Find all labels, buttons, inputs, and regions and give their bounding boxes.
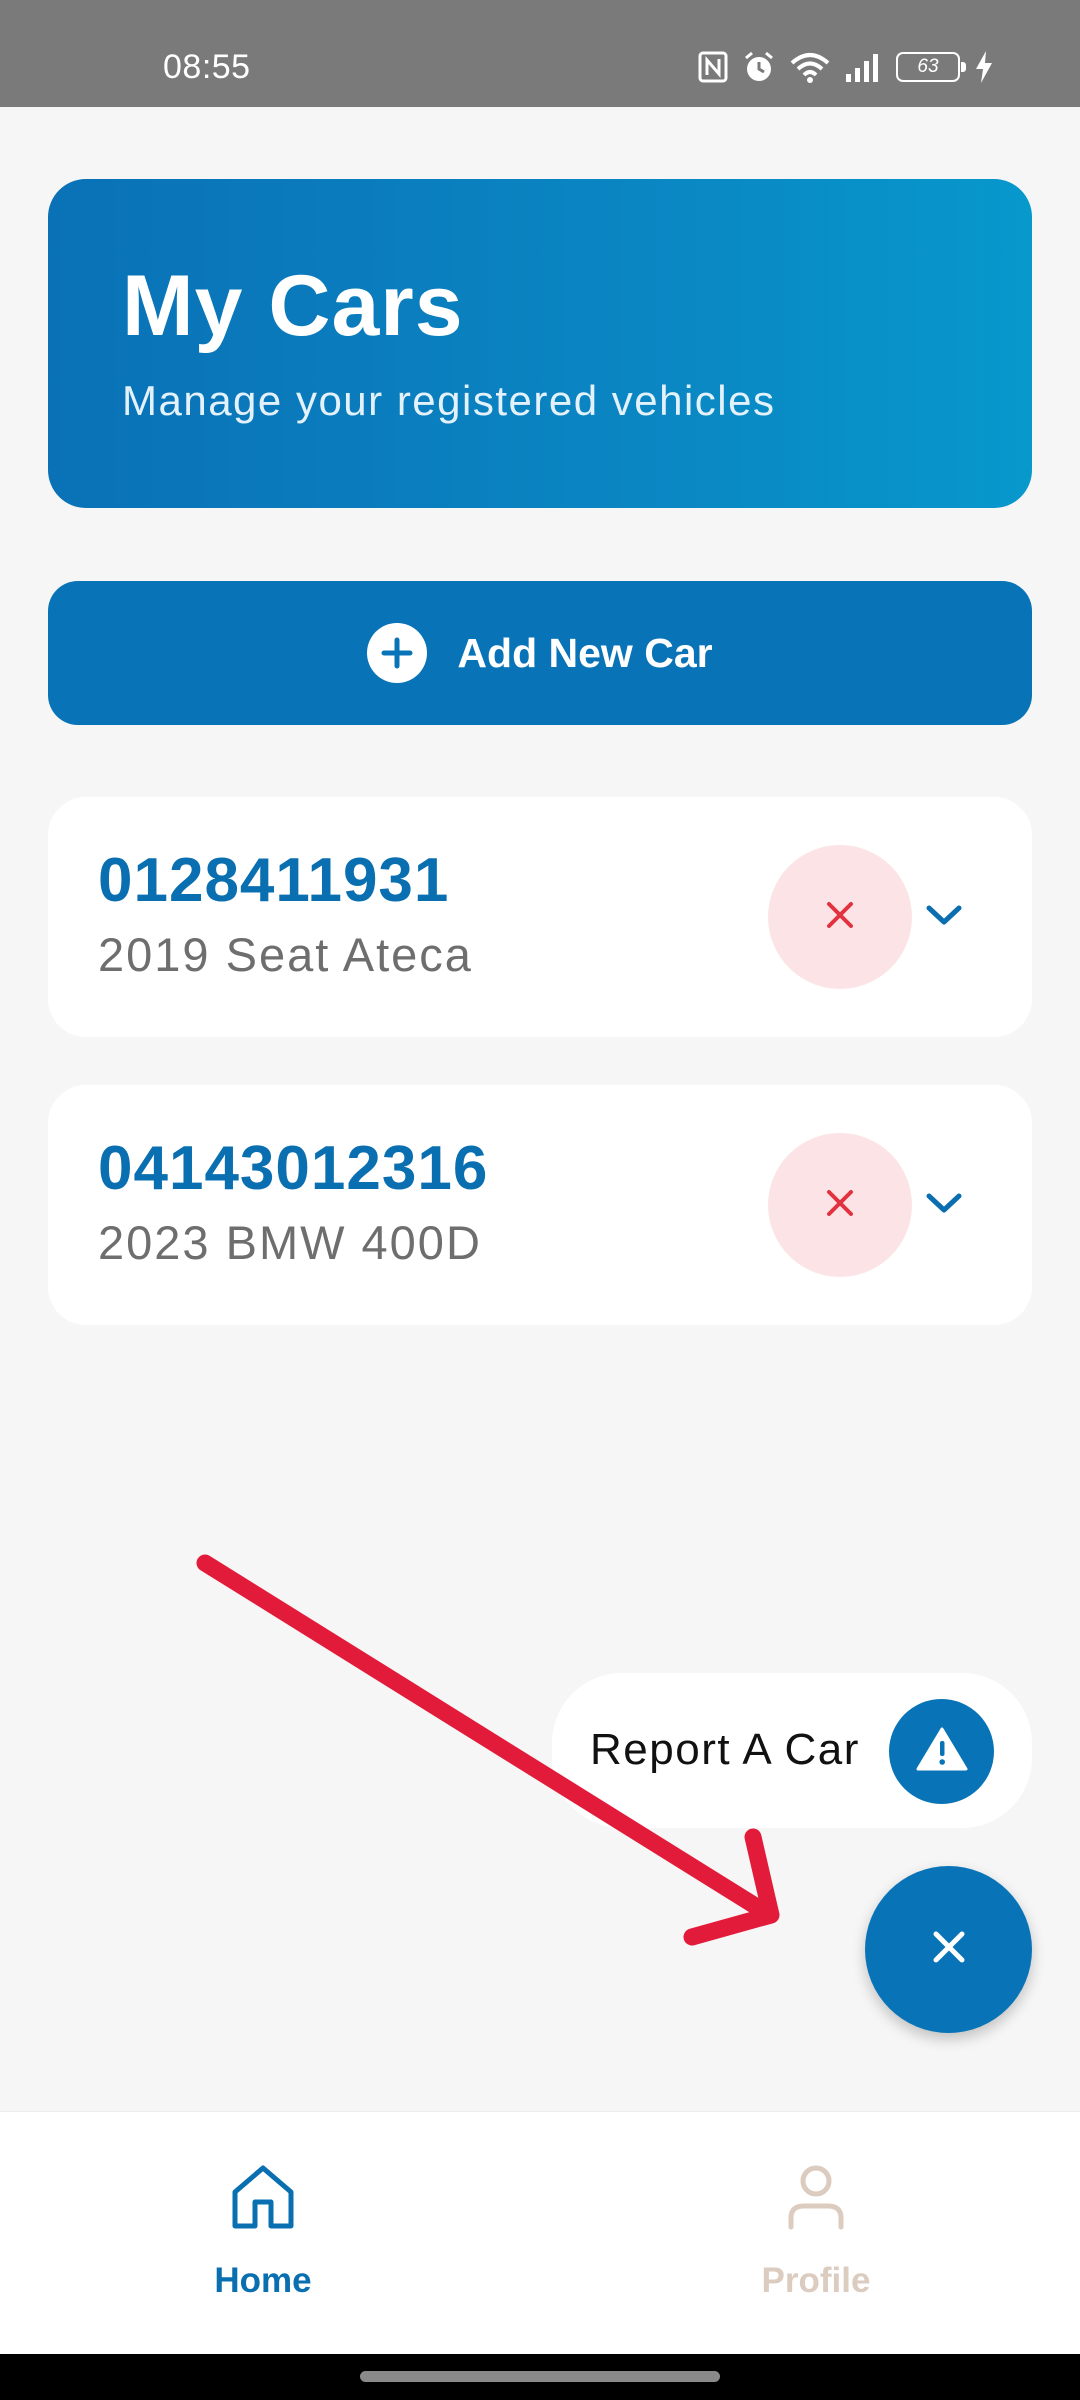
home-indicator[interactable]: [360, 2371, 720, 2382]
home-icon: [229, 2162, 297, 2237]
profile-icon: [786, 2162, 846, 2237]
nav-label-home: Home: [214, 2261, 312, 2300]
nav-item-home[interactable]: Home: [143, 2162, 383, 2301]
nav-item-profile[interactable]: Profile: [696, 2162, 936, 2301]
bottom-navigation: Home Profile: [0, 2111, 1080, 2354]
annotation-arrow: [196, 1554, 780, 1946]
nav-label-profile: Profile: [761, 2261, 871, 2300]
system-navigation-bar: [0, 2354, 1080, 2400]
